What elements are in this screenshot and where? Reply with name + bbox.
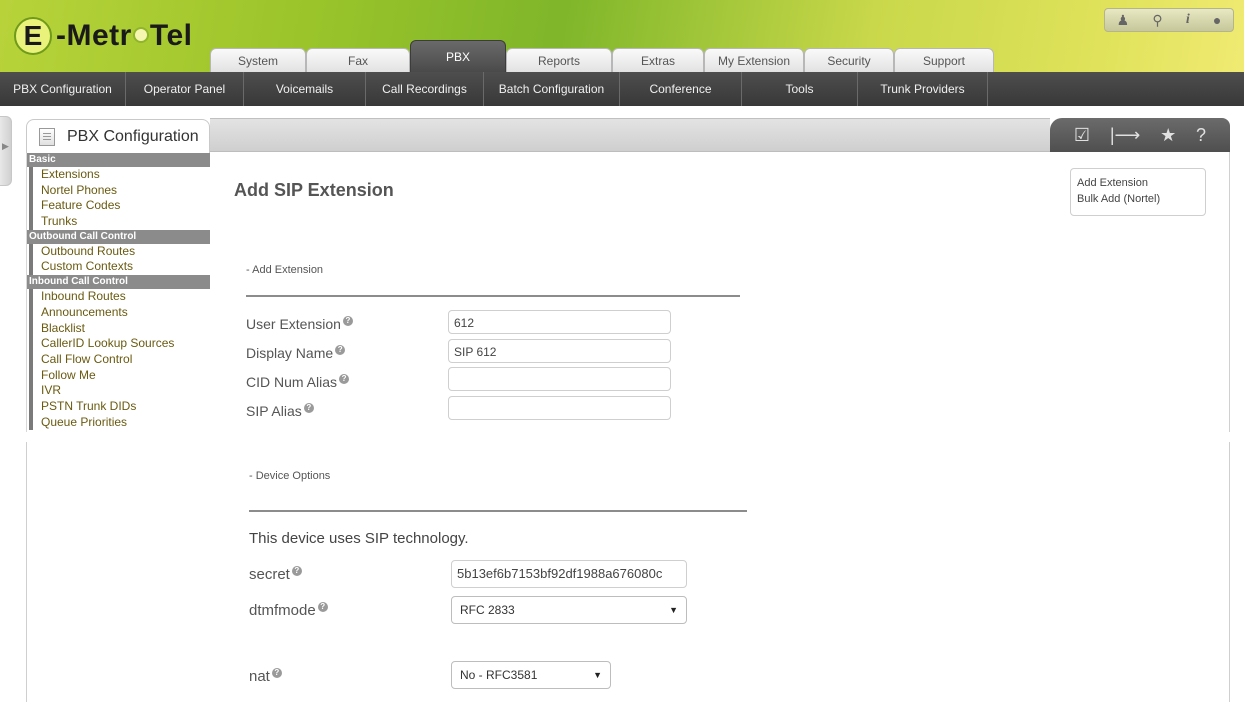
expand-arrow-icon: ▶: [2, 141, 9, 151]
section-divider: [249, 510, 747, 512]
bulk-add-nortel-link[interactable]: Bulk Add (Nortel): [1077, 191, 1199, 207]
tab-fax[interactable]: Fax: [306, 48, 410, 72]
tab-my-extension[interactable]: My Extension: [704, 48, 804, 72]
section-device-options-label: - Device Options: [249, 470, 331, 482]
menu-conference[interactable]: Conference: [620, 72, 742, 106]
sidebar-item-inbound-routes[interactable]: Inbound Routes: [29, 289, 210, 305]
help-icon[interactable]: ?: [1196, 125, 1206, 146]
nat-label: nat?: [249, 668, 282, 685]
sidebar-item-announcements[interactable]: Announcements: [29, 304, 210, 321]
sidebar-item-outbound-routes[interactable]: Outbound Routes: [29, 243, 210, 260]
tab-support[interactable]: Support: [894, 48, 994, 72]
add-extension-links: Add Extension Bulk Add (Nortel): [1070, 168, 1206, 216]
panel-toolbar: ☑ |⟶ ★ ?: [1050, 118, 1230, 152]
help-icon[interactable]: ?: [317, 602, 328, 612]
sidebar-heading-inbound: Inbound Call Control: [27, 275, 210, 290]
sip-alias-input[interactable]: [448, 396, 671, 420]
device-technology-note: This device uses SIP technology.: [249, 530, 469, 547]
section-add-extension-label: - Add Extension: [246, 264, 324, 276]
help-icon[interactable]: ?: [339, 374, 350, 385]
dtmfmode-select[interactable]: RFC 2833 ▼: [451, 596, 687, 624]
dropdown-arrow-icon: ▼: [593, 670, 602, 680]
panel-tab-label: PBX Configuration: [67, 127, 199, 145]
menu-tools[interactable]: Tools: [742, 72, 858, 106]
cid-num-alias-label: CID Num Alias?: [246, 374, 350, 390]
tab-reports[interactable]: Reports: [506, 48, 612, 72]
sidebar-item-nortel-phones[interactable]: Nortel Phones: [29, 182, 210, 199]
section-divider: [246, 295, 740, 297]
help-icon[interactable]: ?: [291, 566, 302, 576]
document-icon: [39, 127, 55, 146]
sidebar-toggle-handle[interactable]: ▶: [0, 116, 12, 186]
nat-select[interactable]: No - RFC3581 ▼: [451, 661, 611, 689]
menu-operator-panel[interactable]: Operator Panel: [126, 72, 244, 106]
logo-mark: E: [14, 17, 52, 55]
sidebar-item-call-flow-control[interactable]: Call Flow Control: [29, 351, 210, 368]
help-icon[interactable]: ?: [335, 345, 346, 356]
sidebar-heading-outbound: Outbound Call Control: [27, 229, 210, 244]
device-options-section: - Device Options This device uses SIP te…: [26, 442, 1230, 702]
pbx-menu-bar: PBX Configuration Operator Panel Voicema…: [0, 72, 1244, 106]
menu-voicemails[interactable]: Voicemails: [244, 72, 366, 106]
user-icon[interactable]: ♟: [1117, 12, 1130, 29]
tab-system[interactable]: System: [210, 48, 306, 72]
user-extension-label: User Extension?: [246, 316, 353, 332]
top-header: E -Metr Tel System Fax PBX Reports Extras…: [0, 0, 1244, 72]
sidebar-item-follow-me[interactable]: Follow Me: [29, 367, 210, 384]
screenshot-gap: [0, 432, 1244, 442]
info-icon[interactable]: i: [1186, 12, 1190, 28]
pbx-sidebar: Basic Extensions Nortel Phones Feature C…: [26, 153, 210, 433]
sidebar-item-queue-priorities[interactable]: Queue Priorities: [29, 414, 210, 431]
tab-pbx[interactable]: PBX: [410, 40, 506, 72]
menu-call-recordings[interactable]: Call Recordings: [366, 72, 484, 106]
sidebar-item-ivr[interactable]: IVR: [29, 383, 210, 399]
edit-icon[interactable]: ☑: [1074, 125, 1090, 146]
menu-batch-configuration[interactable]: Batch Configuration: [484, 72, 620, 106]
help-icon[interactable]: ?: [271, 668, 282, 678]
menu-pbx-configuration[interactable]: PBX Configuration: [0, 72, 126, 106]
main-content: Add SIP Extension - Add Extension User E…: [210, 152, 1230, 432]
nat-value: No - RFC3581: [460, 668, 538, 682]
search-icon[interactable]: ⚲: [1152, 12, 1162, 29]
sidebar-item-callerid-lookup[interactable]: CallerID Lookup Sources: [29, 336, 210, 352]
sidebar-item-feature-codes[interactable]: Feature Codes: [29, 198, 210, 215]
sidebar-heading-basic: Basic: [27, 153, 210, 167]
top-tabs: System Fax PBX Reports Extras My Extensi…: [210, 40, 994, 72]
dtmfmode-label: dtmfmode?: [249, 602, 328, 619]
sidebar-item-trunks[interactable]: Trunks: [29, 214, 210, 230]
secret-label: secret?: [249, 566, 302, 583]
display-name-label: Display Name?: [246, 345, 346, 361]
sidebar-item-blacklist[interactable]: Blacklist: [29, 320, 210, 337]
sidebar-item-pstn-trunk-dids[interactable]: PSTN Trunk DIDs: [29, 398, 210, 415]
logo-wordmark: -Metr Tel: [56, 19, 193, 52]
tab-extras[interactable]: Extras: [612, 48, 704, 72]
dropdown-arrow-icon: ▼: [669, 605, 678, 615]
sidebar-item-custom-contexts[interactable]: Custom Contexts: [29, 259, 210, 276]
secret-input[interactable]: 5b13ef6b7153bf92df1988a676080c: [451, 560, 687, 588]
help-icon[interactable]: ?: [303, 403, 314, 414]
pbx-configuration-panel-tab[interactable]: PBX Configuration: [26, 119, 210, 153]
sip-alias-label: SIP Alias?: [246, 403, 314, 419]
dtmfmode-value: RFC 2833: [460, 603, 515, 617]
export-icon[interactable]: |⟶: [1110, 125, 1140, 146]
panel-header-strip: [210, 118, 1050, 152]
user-extension-input[interactable]: 612: [448, 310, 671, 334]
sidebar-item-extensions[interactable]: Extensions: [29, 167, 210, 183]
star-icon[interactable]: ★: [1160, 125, 1176, 146]
add-extension-link[interactable]: Add Extension: [1077, 175, 1199, 191]
header-tools: ♟ ⚲ i ●: [1104, 8, 1234, 32]
emetrotel-logo[interactable]: E -Metr Tel: [14, 16, 192, 56]
drop-icon[interactable]: ●: [1213, 12, 1221, 28]
help-icon[interactable]: ?: [342, 316, 353, 327]
tab-security[interactable]: Security: [804, 48, 894, 72]
cid-num-alias-input[interactable]: [448, 367, 671, 391]
menu-trunk-providers[interactable]: Trunk Providers: [858, 72, 988, 106]
display-name-input[interactable]: SIP 612: [448, 339, 671, 363]
page-title: Add SIP Extension: [234, 180, 394, 200]
